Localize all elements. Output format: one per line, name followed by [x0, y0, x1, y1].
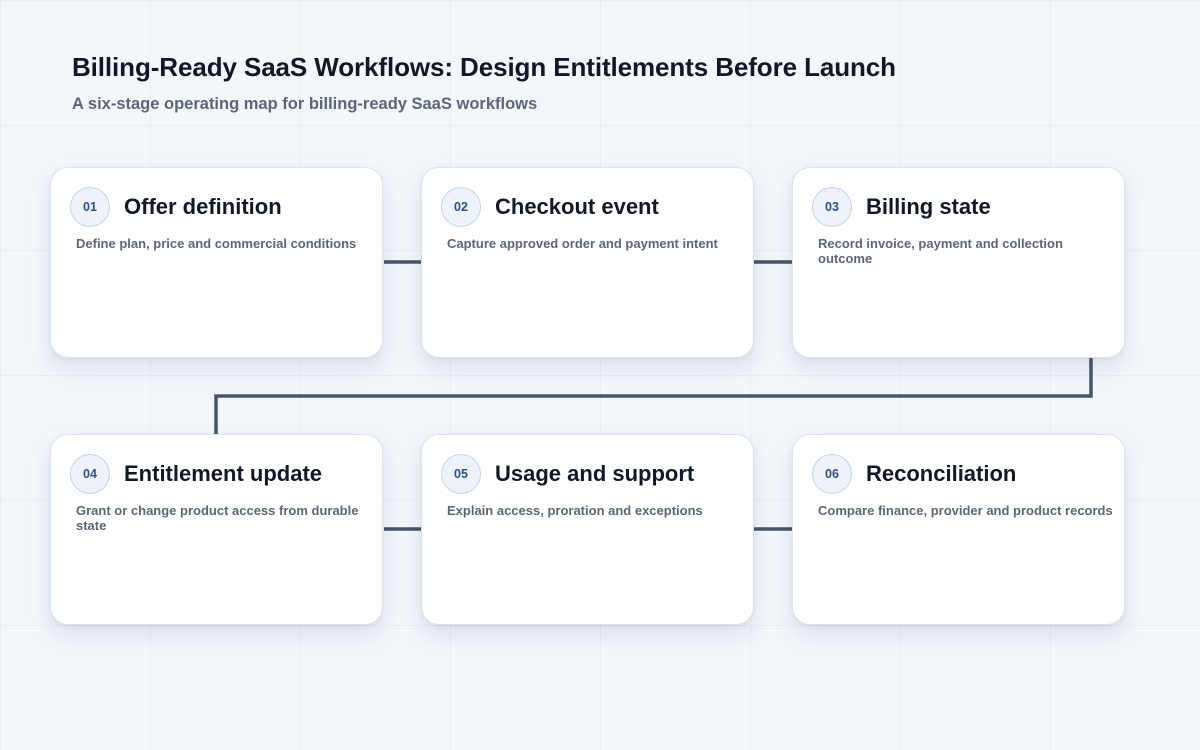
stage-card-03: 03 Billing state Record invoice, payment…: [792, 167, 1125, 358]
stage-number-badge: 06: [812, 454, 852, 494]
stage-description: Capture approved order and payment inten…: [447, 236, 718, 251]
stage-description: Record invoice, payment and collection o…: [818, 236, 1063, 266]
stage-title: Checkout event: [495, 194, 659, 219]
stage-number-badge: 03: [812, 187, 852, 227]
stage-description: Define plan, price and commercial condit…: [76, 236, 357, 251]
stage-title: Reconciliation: [866, 461, 1017, 486]
stage-description: Grant or change product access from dura…: [76, 503, 359, 533]
stage-description: Explain access, proration and exceptions: [447, 503, 703, 518]
stage-card-06: 06 Reconciliation Compare finance, provi…: [792, 434, 1125, 625]
stage-card-05: 05 Usage and support Explain access, pro…: [421, 434, 754, 625]
stage-number-badge: 04: [70, 454, 110, 494]
stage-description: Compare finance, provider and product re…: [818, 503, 1113, 518]
stage-title: Billing state: [866, 194, 991, 219]
stage-card-01: 01 Offer definition Define plan, price a…: [50, 167, 383, 358]
stage-title: Entitlement update: [124, 461, 323, 486]
page-subtitle: A six-stage operating map for billing-re…: [72, 95, 538, 113]
stage-number-badge: 02: [441, 187, 481, 227]
connector-03-04: [214, 358, 1093, 434]
stage-number-badge: 05: [441, 454, 481, 494]
stage-number-badge: 01: [70, 187, 110, 227]
stage-card-02: 02 Checkout event Capture approved order…: [421, 167, 754, 358]
page-title: Billing-Ready SaaS Workflows: Design Ent…: [72, 52, 896, 82]
stage-card-04: 04 Entitlement update Grant or change pr…: [50, 434, 383, 625]
stage-title: Offer definition: [124, 194, 282, 219]
stage-title: Usage and support: [495, 461, 695, 486]
